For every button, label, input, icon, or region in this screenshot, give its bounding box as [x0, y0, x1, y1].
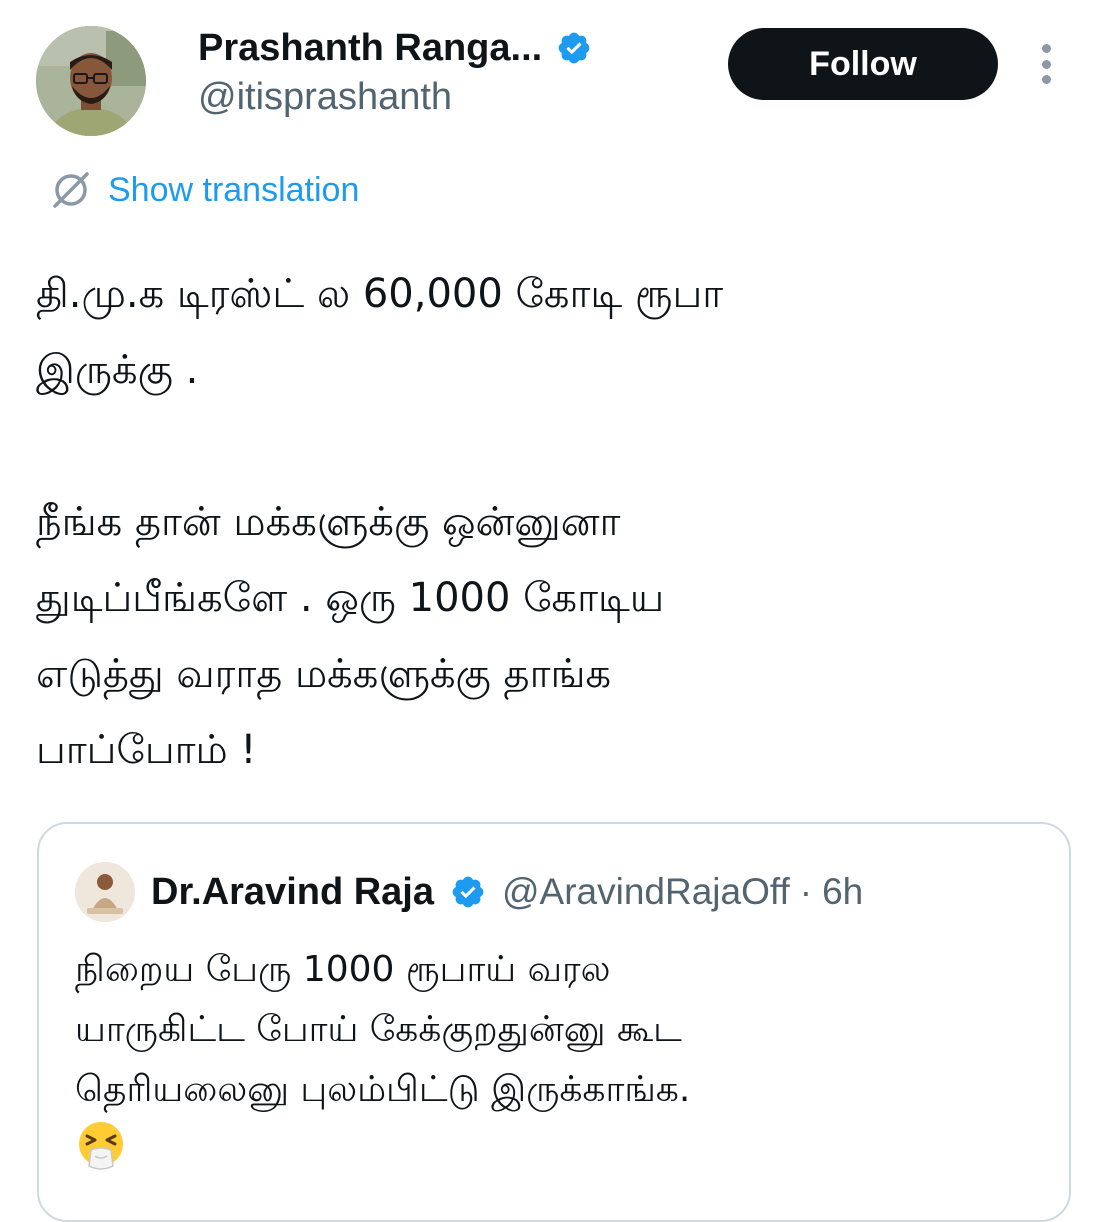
verified-badge-icon [558, 32, 590, 64]
author-name-row[interactable]: Prashanth Ranga... [198, 24, 592, 72]
more-dot [1041, 59, 1051, 69]
quoted-profile-photo [75, 862, 135, 922]
author-handle[interactable]: @itisprashanth [198, 76, 452, 119]
profile-photo [36, 26, 146, 136]
author-avatar[interactable] [36, 26, 146, 136]
verified-badge-icon [452, 876, 484, 908]
quoted-tweet-text: நிறைய பேரு 1000 ரூபாய் வரல யாருகிட்ட போய… [75, 949, 691, 1110]
quoted-display-name[interactable]: Dr.Aravind Raja [151, 871, 434, 914]
more-dot [1041, 44, 1051, 53]
tweet-text: தி.மு.க டிரஸ்ட் ல 60,000 கோடி ரூபா இருக்… [36, 271, 724, 773]
quoted-tweet-card[interactable]: Dr.Aravind Raja @AravindRajaOff · 6h நிற… [37, 822, 1071, 1222]
quoted-separator: · [799, 871, 813, 912]
sneezing-face-emoji [79, 1122, 123, 1170]
show-translation-link[interactable]: Show translation [50, 166, 359, 214]
show-translation-label: Show translation [108, 170, 360, 209]
quoted-handle[interactable]: @AravindRajaOff [502, 871, 790, 913]
author-display-name[interactable]: Prashanth Ranga... [198, 27, 542, 70]
more-dot [1041, 75, 1051, 84]
quoted-timestamp[interactable]: 6h [822, 871, 863, 913]
quoted-author-avatar[interactable] [75, 862, 135, 922]
quoted-header: Dr.Aravind Raja @AravindRajaOff · 6h [151, 866, 863, 918]
translate-icon [53, 172, 89, 208]
more-vertical-icon[interactable] [1028, 40, 1064, 88]
follow-button[interactable]: Follow [728, 28, 998, 100]
